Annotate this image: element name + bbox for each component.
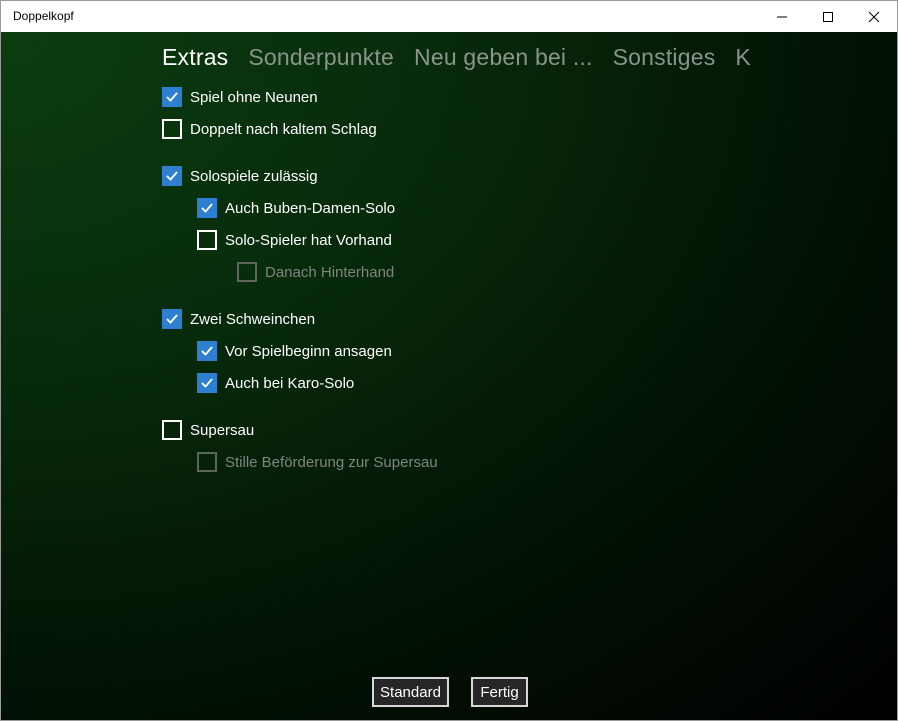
option-auch-buben-damen-solo[interactable]: Auch Buben-Damen-Solo: [197, 197, 395, 219]
checkmark-icon: [201, 378, 213, 388]
checkmark-icon: [166, 92, 178, 102]
maximize-icon: [823, 11, 833, 22]
option-label: Solospiele zulässig: [190, 167, 318, 185]
option-doppelt-nach-kaltem-schlag[interactable]: Doppelt nach kaltem Schlag: [162, 118, 377, 140]
tab-extras[interactable]: Extras: [162, 44, 228, 71]
option-label: Vor Spielbeginn ansagen: [225, 342, 392, 360]
checkbox[interactable]: [197, 230, 217, 250]
checkmark-icon: [201, 346, 213, 356]
standard-button[interactable]: Standard: [372, 677, 449, 707]
close-icon: [868, 11, 880, 22]
option-danach-hinterhand: Danach Hinterhand: [237, 261, 394, 283]
option-label: Stille Beförderung zur Supersau: [225, 453, 438, 471]
window-title: Doppelkopf: [13, 9, 74, 23]
option-stille-befoerderung: Stille Beförderung zur Supersau: [197, 451, 438, 473]
option-label: Doppelt nach kaltem Schlag: [190, 120, 377, 138]
settings-panel: Extras Sonderpunkte Neu geben bei ... Sonst…: [1, 32, 897, 720]
maximize-button[interactable]: [805, 1, 851, 32]
checkbox: [237, 262, 257, 282]
checkbox[interactable]: [197, 341, 217, 361]
option-zwei-schweinchen[interactable]: Zwei Schweinchen: [162, 308, 315, 330]
tab-neu-geben-bei[interactable]: Neu geben bei ...: [414, 44, 593, 71]
option-label: Solo-Spieler hat Vorhand: [225, 231, 392, 249]
tab-sonderpunkte[interactable]: Sonderpunkte: [248, 44, 394, 71]
option-auch-bei-karo-solo[interactable]: Auch bei Karo-Solo: [197, 372, 354, 394]
option-label: Auch Buben-Damen-Solo: [225, 199, 396, 217]
app-window: Doppelkopf Extras Sonderpunkte Neu geben b…: [0, 0, 898, 721]
checkbox[interactable]: [162, 87, 182, 107]
option-solo-spieler-hat-vorhand[interactable]: Solo-Spieler hat Vorhand: [197, 229, 392, 251]
tab-k[interactable]: K: [735, 44, 751, 71]
option-label: Auch bei Karo-Solo: [225, 374, 355, 392]
checkbox[interactable]: [162, 119, 182, 139]
fertig-button[interactable]: Fertig: [471, 677, 528, 707]
option-supersau[interactable]: Supersau: [162, 419, 254, 441]
minimize-icon: [777, 16, 787, 17]
pivot-tabs: Extras Sonderpunkte Neu geben bei ... Sonst…: [162, 44, 762, 76]
checkbox[interactable]: [197, 198, 217, 218]
option-solospiele-zulaessig[interactable]: Solospiele zulässig: [162, 165, 318, 187]
option-label: Spiel ohne Neunen: [190, 88, 318, 106]
option-label: Zwei Schweinchen: [190, 310, 316, 328]
option-label: Danach Hinterhand: [265, 263, 395, 281]
checkbox: [197, 452, 217, 472]
option-vor-spielbeginn-ansagen[interactable]: Vor Spielbeginn ansagen: [197, 340, 392, 362]
checkbox[interactable]: [162, 166, 182, 186]
checkbox[interactable]: [197, 373, 217, 393]
checkmark-icon: [166, 171, 178, 181]
checkbox[interactable]: [162, 309, 182, 329]
checkmark-icon: [166, 314, 178, 324]
title-bar[interactable]: Doppelkopf: [1, 1, 897, 32]
minimize-button[interactable]: [759, 1, 805, 32]
close-button[interactable]: [851, 1, 897, 32]
option-spiel-ohne-neunen[interactable]: Spiel ohne Neunen: [162, 86, 318, 108]
option-label: Supersau: [190, 421, 255, 439]
checkbox[interactable]: [162, 420, 182, 440]
tab-sonstiges[interactable]: Sonstiges: [613, 44, 716, 71]
checkmark-icon: [201, 203, 213, 213]
